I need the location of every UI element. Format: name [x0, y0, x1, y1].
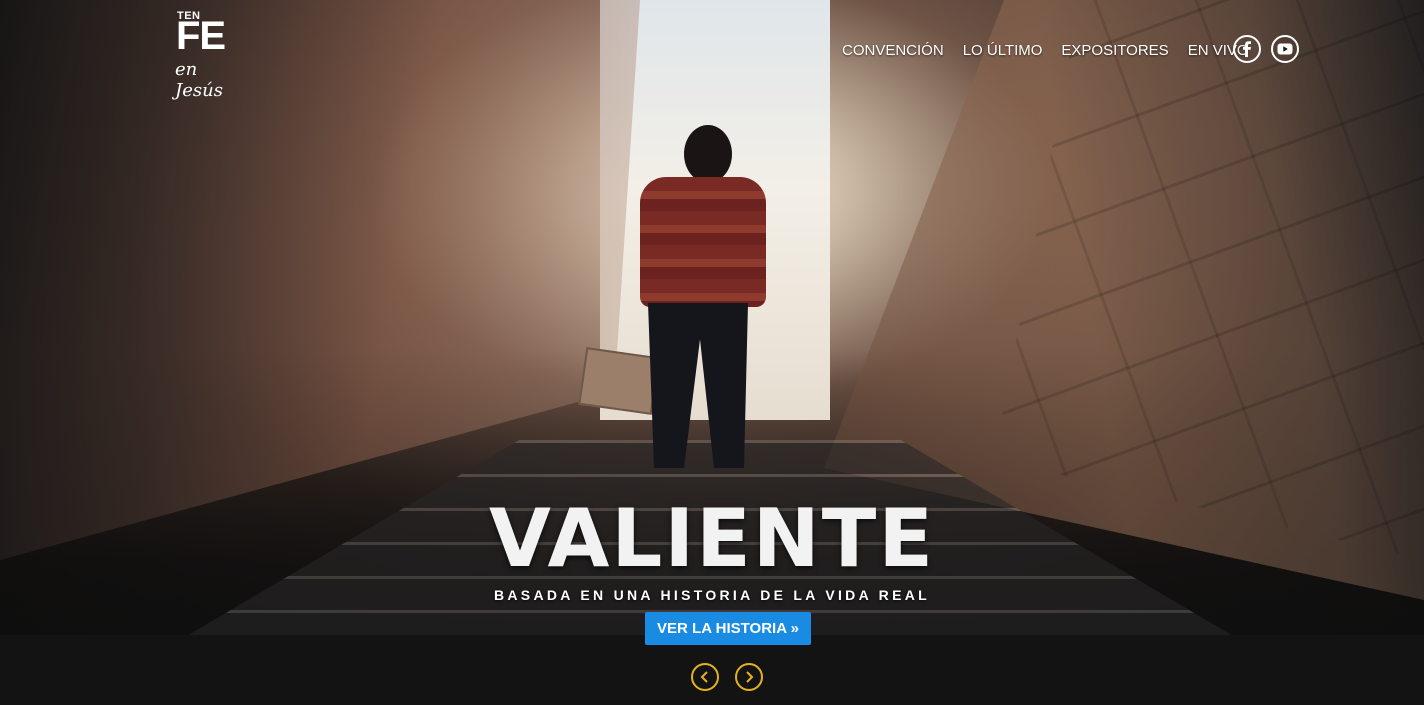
- logo-line-fe: FE: [176, 14, 226, 58]
- chevron-left-icon[interactable]: [691, 663, 719, 691]
- facebook-icon[interactable]: [1233, 35, 1261, 63]
- nav-item-lo-ultimo[interactable]: LO ÚLTIMO: [963, 42, 1043, 59]
- logo-line-jesus: en Jesús: [175, 59, 223, 101]
- nav-item-convencion[interactable]: CONVENCIÓN: [842, 42, 944, 59]
- boy-sweater: [640, 177, 766, 307]
- nav-item-expositores[interactable]: EXPOSITORES: [1061, 42, 1168, 59]
- slider-controls: [691, 663, 763, 691]
- chevron-right-icon[interactable]: [735, 663, 763, 691]
- site-logo[interactable]: TEN FE en Jesús: [172, 10, 242, 101]
- youtube-icon[interactable]: [1271, 35, 1299, 63]
- hero-boy-figure: [636, 125, 768, 475]
- boy-legs: [648, 303, 748, 468]
- hero-subtitle: BASADA EN UNA HISTORIA DE LA VIDA REAL: [493, 587, 930, 603]
- social-links: [1233, 35, 1299, 63]
- ver-historia-button[interactable]: VER LA HISTORIA »: [645, 612, 811, 645]
- hero-title: VALIENTE: [489, 492, 935, 585]
- boy-head: [684, 125, 732, 183]
- main-nav: CONVENCIÓN LO ÚLTIMO EXPOSITORES EN VIVO: [842, 38, 1268, 62]
